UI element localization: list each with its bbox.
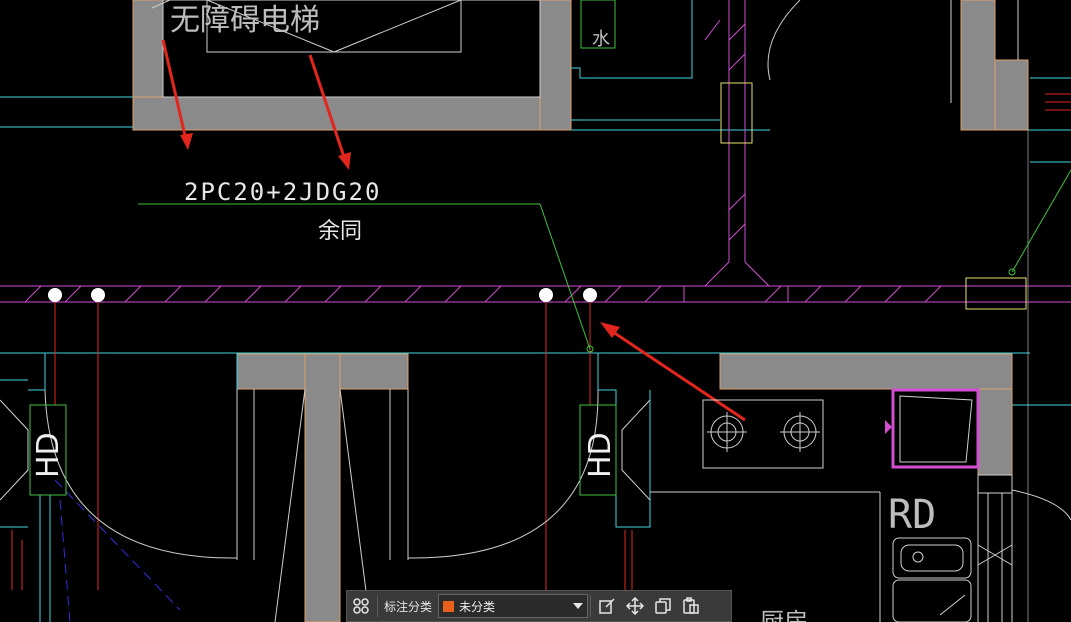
edit-icon[interactable] xyxy=(593,592,621,620)
cad-drawing-canvas[interactable]: 无障碍电梯 水 2PC20+2JDG20 余同 HD HD RD 厨房 xyxy=(0,0,1071,622)
water-label: 水 xyxy=(592,29,610,50)
paste-icon[interactable] xyxy=(677,592,705,620)
cable-note-label: 余同 xyxy=(318,219,362,244)
outlet-hd-2-label: HD xyxy=(583,432,618,478)
sink xyxy=(892,537,972,622)
fridge-box xyxy=(885,388,980,469)
elevator-label: 无障碍电梯 xyxy=(170,3,320,38)
outlet-hd-1-label: HD xyxy=(31,432,66,478)
right-column xyxy=(977,474,1013,622)
yellow-box-right xyxy=(965,277,1027,310)
right-wall-top xyxy=(950,0,1071,622)
fridge-label: RD xyxy=(888,492,936,538)
pipe-markers xyxy=(48,288,597,302)
dropdown-icon xyxy=(573,603,584,609)
door-arc-top xyxy=(767,0,801,81)
room-label-partial: 厨房 xyxy=(760,608,808,622)
category-label: 标注分类 xyxy=(384,599,433,614)
copy-icon[interactable] xyxy=(649,592,677,620)
group-icon[interactable] xyxy=(347,592,375,620)
toolbar-divider xyxy=(590,595,592,617)
toolbar-divider xyxy=(377,595,378,617)
blue-dashed xyxy=(54,479,181,622)
stove xyxy=(650,399,881,622)
category-dropdown[interactable]: 未分类 xyxy=(438,594,589,618)
category-color-swatch xyxy=(443,600,455,612)
magenta-horizontal-duct xyxy=(0,285,1071,303)
move-icon[interactable] xyxy=(621,592,649,620)
category-value: 未分类 xyxy=(459,599,496,614)
annotation-toolbar: 标注分类 未分类 xyxy=(346,590,732,622)
cable-spec-label: 2PC20+2JDG20 xyxy=(184,178,381,206)
yellow-box-top xyxy=(720,82,753,144)
